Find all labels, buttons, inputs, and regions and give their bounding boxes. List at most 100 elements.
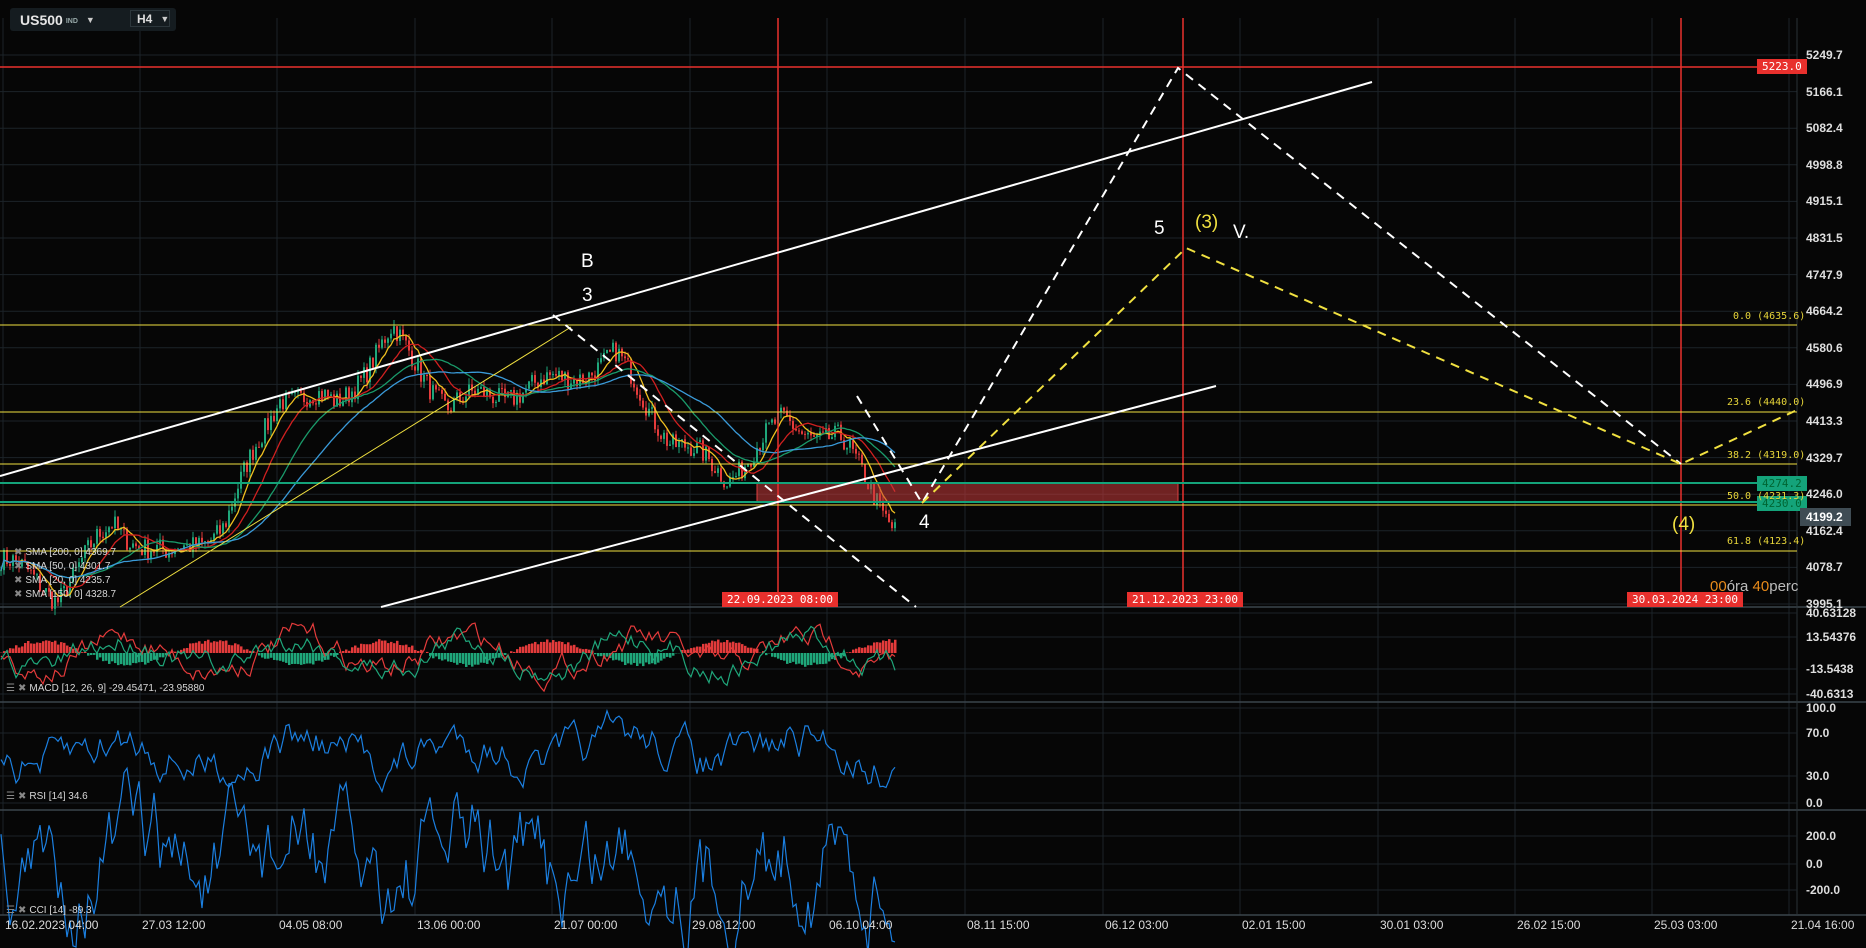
indicator-axis-label: -40.6313	[1806, 687, 1854, 701]
candle-body	[318, 391, 320, 405]
macd-histogram-bar	[813, 653, 816, 663]
close-icon[interactable]: ✖	[14, 547, 22, 558]
fib-lines[interactable]	[0, 324, 1797, 552]
macd-histogram-bar	[249, 650, 252, 653]
supply-zone[interactable]	[756, 482, 1179, 503]
macd-histogram-bar	[366, 644, 369, 653]
macd-histogram-bar	[132, 653, 135, 663]
candle-body	[222, 523, 224, 534]
chevron-down-icon[interactable]: ▼	[86, 15, 95, 25]
macd-histogram-bar	[216, 641, 219, 653]
macd-histogram-bar	[435, 653, 438, 657]
price-axis-label: 5249.7	[1806, 48, 1843, 62]
indicator-axis-label: 30.0	[1806, 769, 1830, 783]
countdown-minutes-unit: perc	[1769, 578, 1799, 595]
candle-body	[258, 446, 260, 448]
macd-histogram-bar	[261, 653, 264, 658]
macd-histogram-bar	[300, 653, 303, 665]
candle-body	[429, 375, 431, 400]
candle-body	[696, 441, 698, 454]
price-axis-label: 5082.4	[1806, 121, 1843, 136]
candle-body	[261, 443, 263, 447]
macd-histogram-bar	[489, 653, 492, 660]
close-icon[interactable]: ✖	[18, 791, 26, 802]
macd-histogram-bar	[297, 653, 300, 665]
sma-legend-item[interactable]: ✖ SMA [200, 0] 4369.7	[14, 547, 116, 558]
macd-histogram-bar	[618, 653, 621, 661]
close-icon[interactable]: ✖	[14, 589, 22, 600]
sma-legend-item[interactable]: ✖ SMA [20, 0] 4235.7	[14, 575, 110, 586]
macd-histogram-bar	[879, 642, 882, 653]
macd-histogram-bar	[804, 653, 807, 667]
close-icon[interactable]: ✖	[14, 561, 22, 572]
candle-body	[123, 528, 125, 530]
candle-body	[447, 400, 449, 411]
macd-histogram-bar	[726, 639, 729, 653]
candle-body	[891, 522, 893, 529]
macd-histogram-bar	[780, 653, 783, 661]
macd-legend[interactable]: ☰ ✖ MACD [12, 26, 9] -29.45471, -23.95880	[6, 683, 204, 694]
candle-body	[237, 488, 239, 499]
macd-histogram-bar	[717, 639, 720, 653]
level-tag-5223: 5223.0	[1757, 59, 1807, 74]
macd-histogram-bar	[525, 645, 528, 653]
countdown-minutes: 40	[1752, 578, 1770, 595]
time-axis-label: 30.01 03:00	[1380, 918, 1444, 932]
close-icon[interactable]: ✖	[14, 575, 22, 586]
macd-histogram-bar	[45, 640, 48, 653]
macd-histogram-bar	[186, 647, 189, 653]
settings-icon[interactable]: ☰	[6, 683, 15, 694]
cci-legend[interactable]: ☰ ✖ CCI [14] -89.3	[6, 905, 92, 916]
macd-histogram-bar	[81, 652, 84, 653]
chart-canvas[interactable]	[0, 0, 1866, 948]
macd-histogram-bar	[630, 653, 633, 665]
candle-body	[264, 418, 266, 444]
upper-channel-line[interactable]	[0, 81, 1373, 477]
white-projection-path[interactable]	[856, 66, 1682, 505]
candle-body	[849, 440, 851, 448]
timeframe-selector[interactable]: H4 ▼	[130, 10, 170, 27]
fib-label-38-2: 38.2 (4319.0)	[1727, 450, 1806, 461]
macd-histogram-bar	[456, 653, 459, 665]
macd-histogram-bar	[612, 653, 615, 661]
macd-histogram-bar	[111, 653, 114, 662]
candle-body	[657, 429, 659, 436]
macd-histogram-bar	[624, 653, 627, 666]
macd-histogram-bar	[480, 653, 483, 663]
candle-body	[87, 540, 89, 546]
settings-icon[interactable]: ☰	[6, 905, 15, 916]
macd-histogram-bar	[90, 653, 93, 656]
macd-histogram-bar	[573, 644, 576, 653]
yellow-projection-path[interactable]	[921, 246, 1798, 504]
candle-body	[426, 374, 428, 376]
candle-body	[687, 447, 689, 449]
candle-body	[273, 415, 275, 422]
indicator-series	[0, 622, 897, 948]
candle-body	[606, 349, 608, 353]
yellow-trendline[interactable]	[119, 326, 572, 608]
price-axis-label: 5166.1	[1806, 84, 1843, 99]
candle-body	[384, 339, 386, 343]
candle-body	[531, 375, 533, 382]
macd-histogram-bar	[570, 645, 573, 653]
candle-body	[96, 529, 98, 544]
macd-histogram-bar	[276, 653, 279, 661]
sma-legend-item[interactable]: ✖ SMA [50, 0] 4301.7	[14, 561, 110, 572]
macd-histogram-bar	[477, 653, 480, 665]
settings-icon[interactable]: ☰	[6, 791, 15, 802]
rsi-legend[interactable]: ☰ ✖ RSI [14] 34.6	[6, 791, 88, 802]
symbol-selector[interactable]: US500 IND ▼ H4 ▼	[10, 8, 176, 31]
macd-histogram-bar	[390, 641, 393, 653]
candle-body	[864, 464, 866, 484]
candles	[0, 319, 896, 616]
drawings[interactable]	[0, 18, 1798, 608]
candle-body	[249, 449, 251, 472]
macd-histogram-bar	[399, 644, 402, 653]
macd-histogram-bar	[414, 649, 417, 653]
close-icon[interactable]: ✖	[18, 683, 26, 694]
macd-histogram-bar	[417, 650, 420, 653]
close-icon[interactable]: ✖	[18, 905, 26, 916]
macd-histogram-bar	[450, 653, 453, 662]
macd-histogram-bar	[285, 653, 288, 663]
sma-legend-item[interactable]: ✖ SMA [150, 0] 4328.7	[14, 589, 116, 600]
